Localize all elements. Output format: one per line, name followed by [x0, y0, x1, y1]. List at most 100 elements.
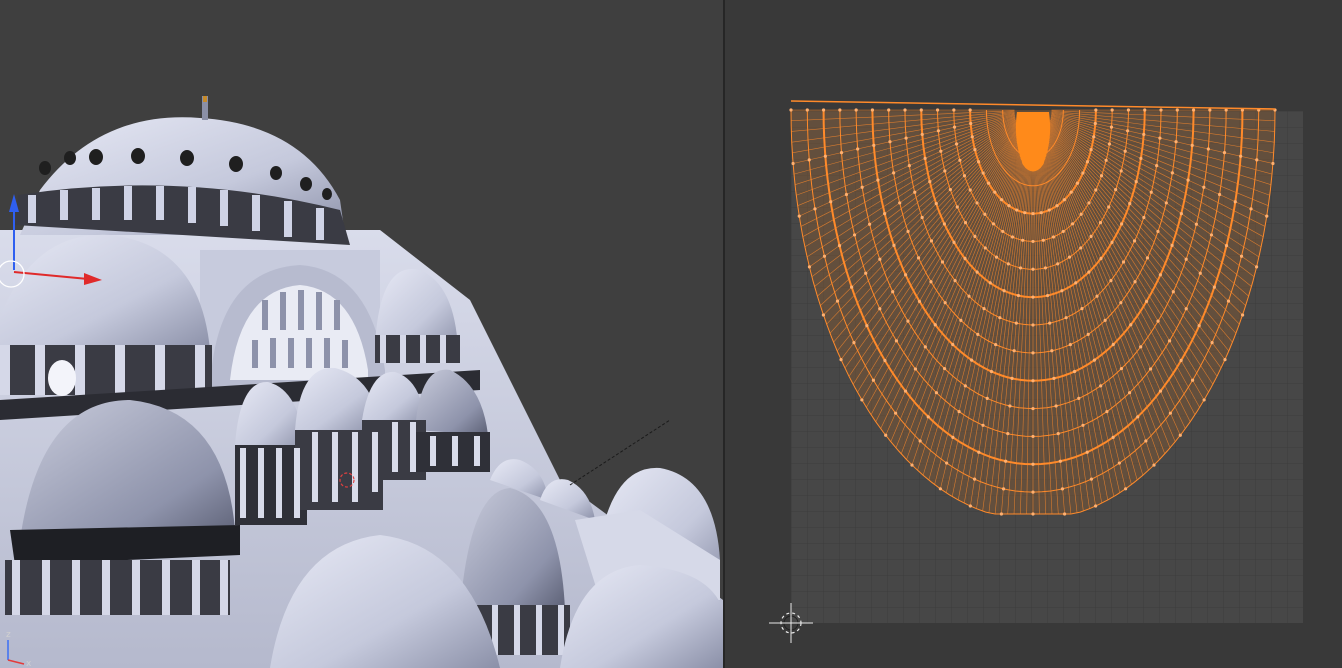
uv-vertex[interactable]	[933, 323, 937, 327]
uv-vertex[interactable]	[893, 411, 898, 415]
uv-vertex[interactable]	[1240, 313, 1245, 317]
uv-vertex[interactable]	[926, 415, 930, 419]
uv-vertex[interactable]	[913, 367, 918, 371]
uv-vertex[interactable]	[985, 396, 989, 400]
uv-vertex[interactable]	[973, 148, 977, 152]
uv-vertex[interactable]	[1158, 389, 1163, 393]
uv-vertex[interactable]	[1210, 341, 1214, 345]
uv-vertex[interactable]	[975, 201, 979, 205]
uv-vertex[interactable]	[1086, 332, 1090, 336]
uv-vertex[interactable]	[1004, 459, 1008, 463]
uv-vertex[interactable]	[998, 316, 1002, 320]
uv-vertex[interactable]	[958, 158, 962, 162]
uv-vertex[interactable]	[994, 342, 998, 347]
uv-vertex[interactable]	[878, 307, 882, 311]
uv-vertex[interactable]	[1058, 459, 1062, 463]
uv-vertex[interactable]	[1045, 293, 1050, 298]
uv-vertex[interactable]	[952, 108, 956, 112]
uv-vertex[interactable]	[1047, 208, 1051, 212]
uv-vertex[interactable]	[1179, 358, 1183, 363]
uv-vertex[interactable]	[1143, 108, 1147, 112]
uv-vertex[interactable]	[969, 358, 974, 362]
uv-vertex[interactable]	[797, 214, 801, 218]
uv-vertex[interactable]	[1002, 289, 1006, 293]
uv-vertex[interactable]	[1041, 238, 1045, 242]
uv-vertex[interactable]	[807, 158, 811, 162]
uv-vertex[interactable]	[1092, 135, 1096, 139]
uv-vertex[interactable]	[822, 254, 827, 258]
uv-vertex[interactable]	[1061, 229, 1065, 234]
uv-vertex[interactable]	[1054, 404, 1058, 408]
uv-vertex[interactable]	[1149, 190, 1153, 194]
uv-vertex[interactable]	[988, 281, 992, 285]
uv-vertex[interactable]	[1070, 222, 1075, 226]
uv-vertex[interactable]	[963, 256, 967, 261]
uv-vertex[interactable]	[1089, 234, 1093, 238]
uv-vertex[interactable]	[943, 301, 947, 305]
uv-vertex[interactable]	[884, 433, 888, 437]
uv-vertex[interactable]	[1110, 240, 1114, 244]
uv-vertex[interactable]	[844, 192, 849, 197]
uv-vertex[interactable]	[994, 255, 999, 259]
uv-vertex[interactable]	[1079, 212, 1083, 216]
uv-vertex[interactable]	[953, 278, 957, 283]
uv-vertex[interactable]	[951, 342, 955, 347]
uv-vertex[interactable]	[1148, 367, 1153, 371]
uv-vertex[interactable]	[805, 108, 809, 112]
uv-vertex[interactable]	[1179, 211, 1183, 216]
uv-vertex[interactable]	[951, 435, 955, 439]
uv-vertex[interactable]	[1145, 256, 1150, 260]
uv-vertex[interactable]	[1226, 299, 1231, 303]
uv-vertex[interactable]	[1254, 265, 1259, 269]
uv-vertex[interactable]	[920, 215, 924, 220]
uv-vertex[interactable]	[1010, 376, 1014, 380]
uv-vertex[interactable]	[1114, 188, 1118, 192]
uv-vertex[interactable]	[975, 270, 979, 274]
uv-vertex[interactable]	[813, 207, 817, 211]
uv-vertex[interactable]	[1092, 358, 1097, 362]
uv-vertex[interactable]	[829, 200, 833, 204]
uv-vertex[interactable]	[1202, 185, 1206, 189]
uv-vertex[interactable]	[1031, 323, 1035, 327]
uv-vertex[interactable]	[1197, 324, 1201, 328]
uv-vertex[interactable]	[936, 129, 940, 133]
uv-vertex[interactable]	[917, 299, 922, 304]
uv-vertex[interactable]	[864, 271, 868, 275]
uv-vertex[interactable]	[871, 378, 875, 382]
uv-vertex[interactable]	[1124, 487, 1128, 491]
uv-vertex[interactable]	[943, 169, 947, 173]
uv-vertex[interactable]	[1031, 379, 1035, 383]
uv-vertex[interactable]	[1031, 351, 1035, 355]
uv-vertex[interactable]	[977, 450, 981, 454]
mosque-model[interactable]	[0, 96, 723, 668]
uv-vertex[interactable]	[934, 391, 939, 395]
uv-vertex[interactable]	[1062, 512, 1067, 516]
uv-vertex[interactable]	[957, 409, 961, 414]
uv-vertex[interactable]	[1198, 271, 1202, 275]
uv-vertex[interactable]	[1255, 158, 1259, 162]
uv-vertex[interactable]	[823, 154, 827, 158]
uv-vertex[interactable]	[1109, 278, 1113, 283]
uv-vertex[interactable]	[952, 125, 957, 129]
uv-vertex[interactable]	[888, 140, 892, 144]
uv-vertex[interactable]	[1006, 262, 1010, 266]
uv-vertex[interactable]	[1093, 121, 1097, 126]
uv-vertex[interactable]	[1007, 204, 1011, 208]
uv-vertex[interactable]	[1208, 108, 1212, 112]
uv-vertex[interactable]	[1094, 108, 1098, 112]
uv-vertex[interactable]	[939, 149, 943, 153]
uv-vertex[interactable]	[821, 108, 826, 112]
uv-vertex[interactable]	[1132, 239, 1137, 243]
uv-vertex[interactable]	[883, 211, 887, 216]
uv-vertex[interactable]	[989, 369, 994, 374]
uv-vertex[interactable]	[1087, 201, 1091, 205]
uv-vertex[interactable]	[1144, 439, 1148, 443]
uv-vertex[interactable]	[942, 222, 946, 226]
uv-vertex[interactable]	[1087, 270, 1091, 274]
uv-vertex[interactable]	[968, 504, 972, 508]
uv-vertex[interactable]	[1085, 160, 1090, 164]
uv-vertex[interactable]	[1134, 180, 1138, 184]
uv-vertex[interactable]	[1191, 108, 1196, 112]
uv-vertex[interactable]	[923, 156, 927, 161]
uv-image-editor[interactable]	[725, 0, 1342, 668]
